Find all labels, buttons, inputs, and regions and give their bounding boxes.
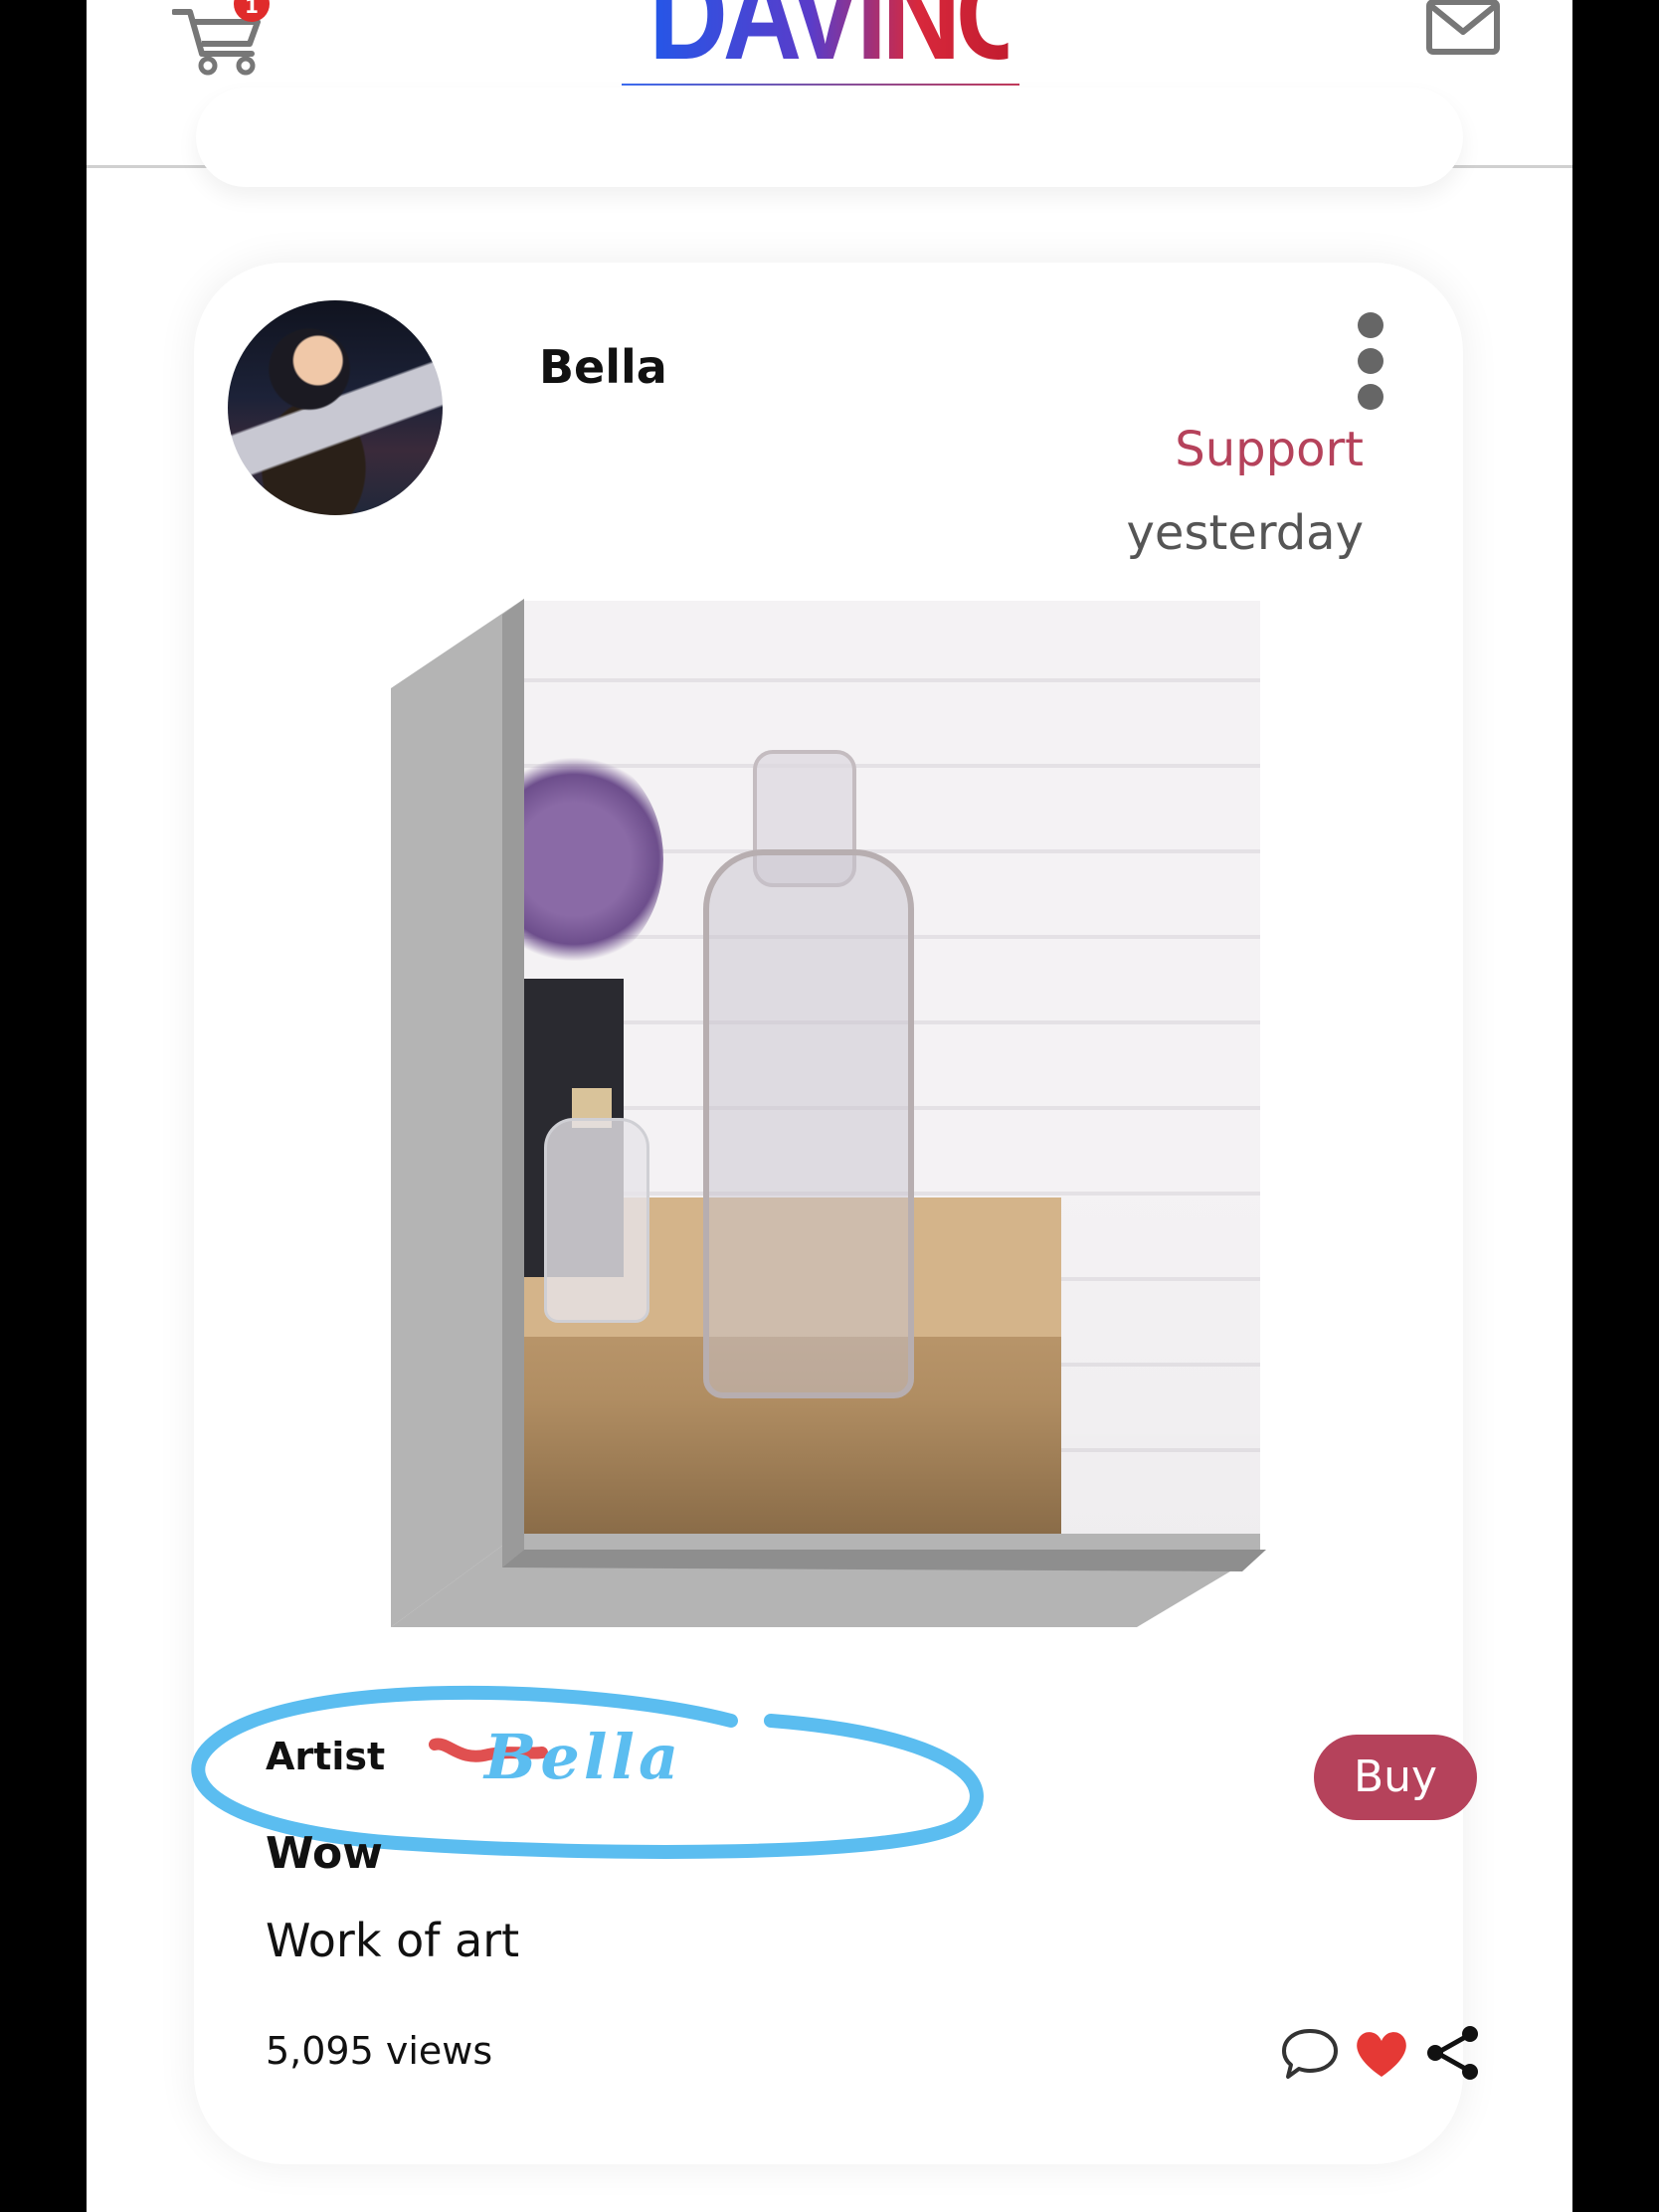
artist-name-annotation: Bella [484,1721,683,1793]
artwork-photo [524,601,1260,1534]
post-actions [1280,2023,1499,2093]
post-card: Bella Support yesterday Artist Bella Buy… [191,263,1478,2164]
post-timestamp: yesterday [1126,505,1364,561]
mail-icon[interactable] [1425,0,1501,56]
artwork-image[interactable] [391,599,1266,1627]
logo-rule [622,84,1019,86]
post-title: Wow [266,1828,383,1879]
wicker-bottle [703,849,914,1398]
post-description: Work of art [266,1914,520,1967]
view-count: 5,095 views [266,2029,493,2073]
comment-icon[interactable] [1280,2023,1340,2083]
logo-wordmark: DAVINCI [648,0,1059,89]
small-bottle [544,1118,649,1323]
artist-label: Artist [266,1735,386,1778]
heart-icon[interactable] [1352,2023,1411,2083]
avatar[interactable] [228,300,443,515]
buy-button[interactable]: Buy [1314,1735,1477,1820]
more-options-icon[interactable] [1358,312,1387,412]
previous-post-card [196,88,1463,187]
app-screen: 1 DAVINCI S T U D I O S Bella [87,0,1572,2212]
lavender-flowers [524,750,663,969]
post-username[interactable]: Bella [539,340,667,394]
share-icon[interactable] [1423,2023,1483,2083]
support-link[interactable]: Support [1175,422,1364,477]
